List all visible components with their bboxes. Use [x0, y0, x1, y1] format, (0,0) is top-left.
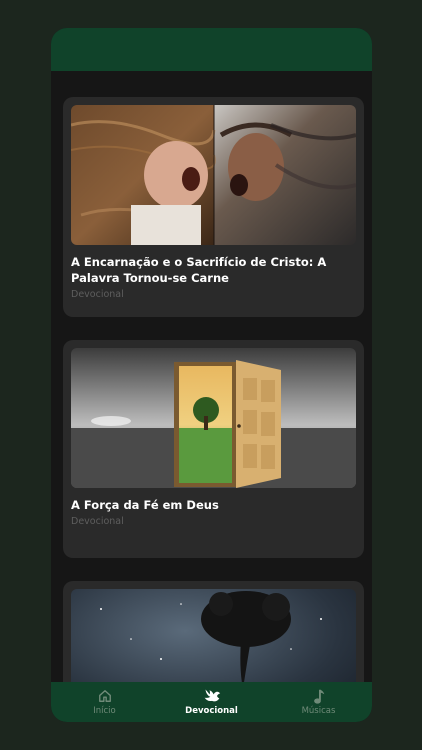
nav-label: Início: [93, 706, 116, 716]
app-header: [51, 28, 372, 71]
app-screen: A Encarnação e o Sacrifício de Cristo: A…: [51, 28, 372, 722]
home-icon: [98, 688, 112, 704]
dove-icon: [202, 688, 222, 704]
devotional-feed[interactable]: A Encarnação e o Sacrifício de Cristo: A…: [51, 71, 372, 682]
post-image[interactable]: [71, 105, 356, 245]
post-title[interactable]: A Encarnação e o Sacrifício de Cristo: A…: [71, 254, 356, 286]
post-category: Devocional: [71, 516, 124, 527]
devotional-card[interactable]: A Encarnação e o Sacrifício de Cristo: A…: [63, 97, 364, 317]
devotional-card[interactable]: A Força da Fé em Deus Devocional: [63, 340, 364, 558]
devotional-card[interactable]: [63, 581, 364, 682]
nav-item-musicas[interactable]: Músicas: [265, 682, 372, 722]
music-note-icon: [313, 688, 325, 704]
post-title[interactable]: A Força da Fé em Deus: [71, 497, 356, 513]
nav-label: Músicas: [301, 706, 336, 716]
post-image[interactable]: [71, 348, 356, 488]
bottom-navigation: Início Devocional Músicas: [51, 682, 372, 722]
nav-label: Devocional: [185, 706, 238, 716]
post-image[interactable]: [71, 589, 356, 682]
nav-item-devocional[interactable]: Devocional: [158, 682, 265, 722]
nav-item-inicio[interactable]: Início: [51, 682, 158, 722]
post-category: Devocional: [71, 289, 124, 300]
